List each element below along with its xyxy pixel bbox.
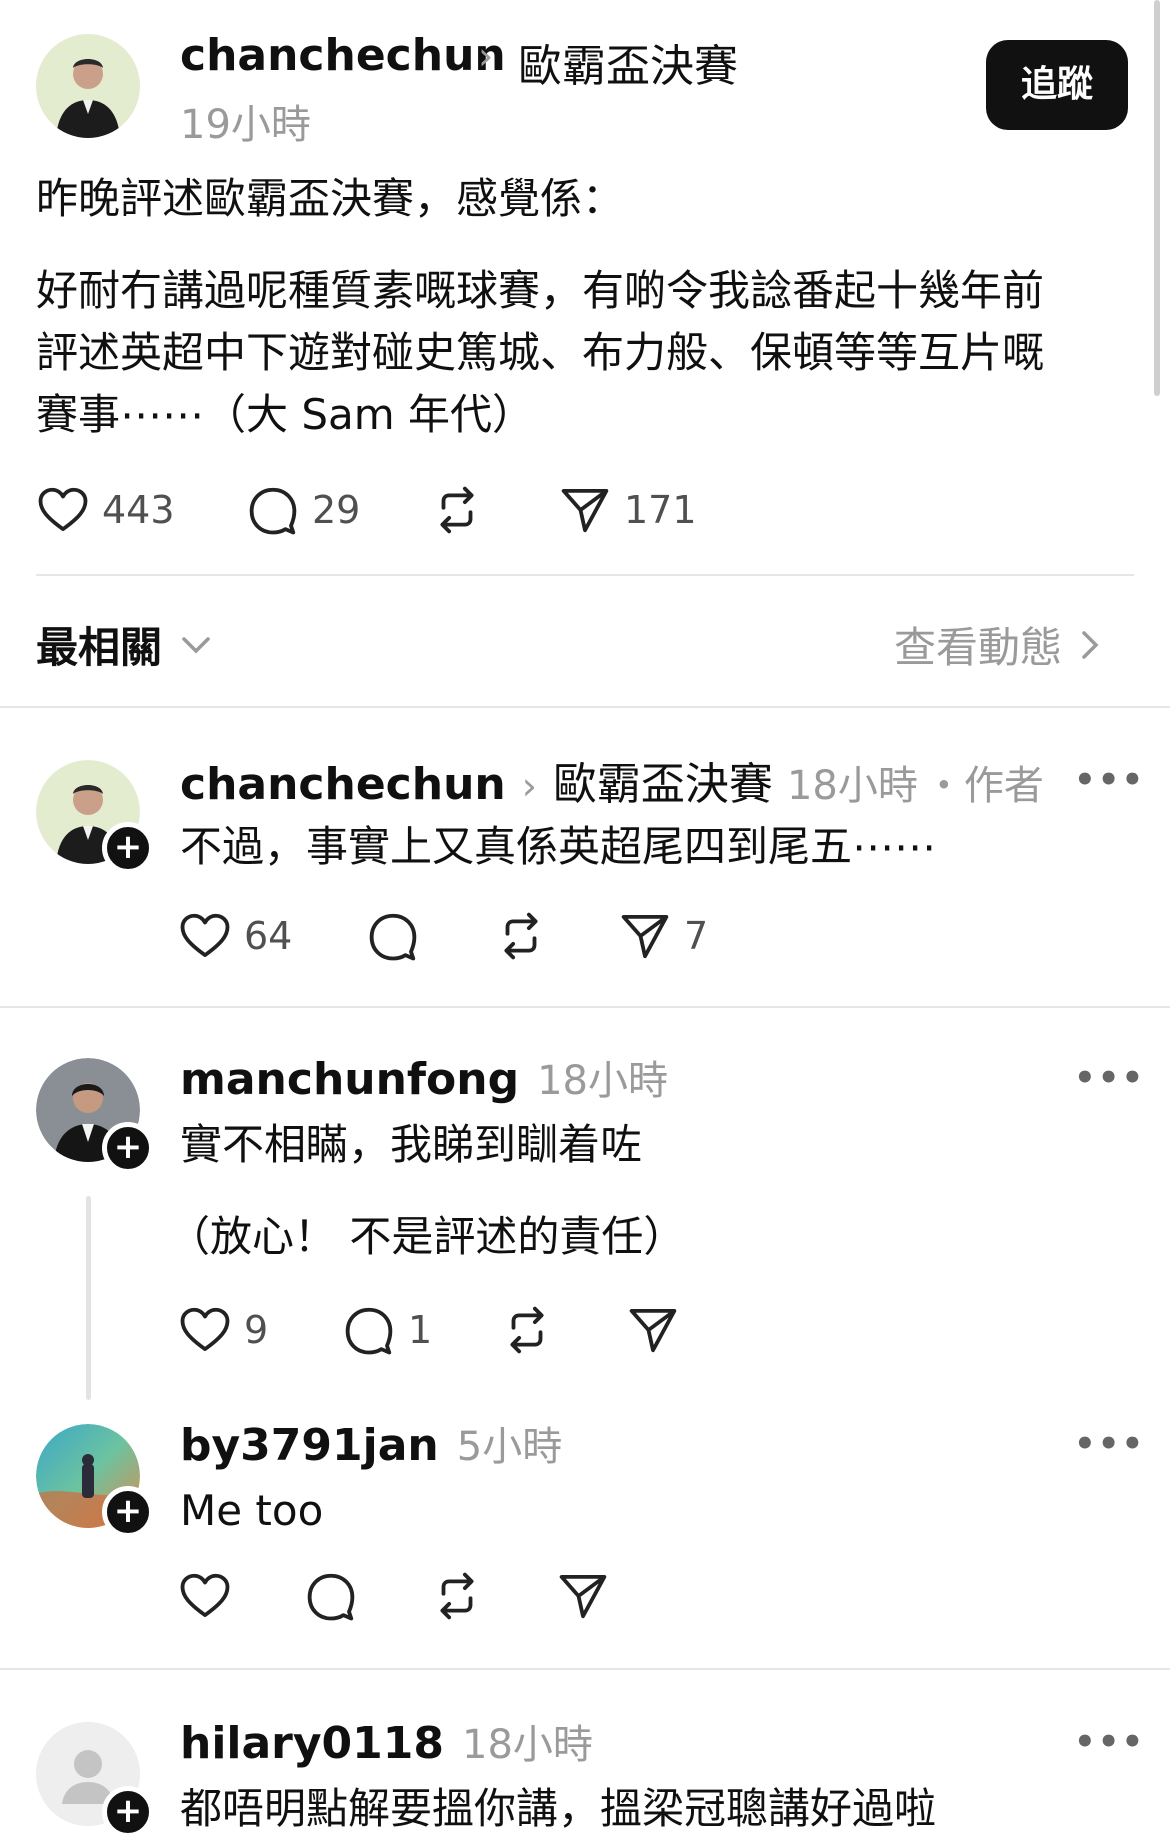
more-icon[interactable]: ••• [1074,760,1145,800]
repost-button[interactable] [430,1569,556,1623]
heart-icon [178,1303,232,1357]
divider [0,1006,1170,1008]
send-icon [626,1303,680,1357]
like-button[interactable]: 9 [178,1303,342,1357]
post-text-line3: 評述英超中下遊對碰史篤城、布力般、保頓等等互片嘅 [36,328,1045,377]
comment-time: 18小時 [537,1058,669,1104]
follow-plus-icon[interactable]: + [102,1122,154,1174]
repost-icon [494,909,548,963]
like-button[interactable]: 64 [178,909,366,963]
chevron-right-icon [1082,630,1099,659]
comment-icon [246,483,300,537]
view-activity-link[interactable]: 查看動態 [894,614,1108,675]
repost-icon [430,1569,484,1623]
sort-dropdown[interactable]: 最相關 [36,614,214,675]
share-button[interactable] [626,1303,680,1357]
sort-label: 最相關 [36,623,163,672]
share-button[interactable] [556,1569,610,1623]
like-button[interactable]: 443 [36,483,246,537]
comment-icon [342,1303,396,1357]
like-count: 64 [244,914,293,958]
view-activity-label: 查看動態 [894,623,1063,672]
author-tag: ・作者 [923,763,1044,809]
reply-button[interactable]: 29 [246,483,430,537]
comment-time: 5小時 [456,1424,563,1470]
comment-actions: 64 7 [178,906,708,966]
repost-icon [500,1303,554,1357]
heart-icon [36,483,90,537]
comment-header: hilary0118 18小時 [180,1712,593,1770]
follow-button-label: 追蹤 [1020,64,1093,105]
comment-text: Me too [180,1486,324,1535]
more-icon[interactable]: ••• [1074,1722,1145,1762]
comment-icon [366,909,420,963]
share-count: 7 [684,914,709,958]
comment-actions: 9 1 [178,1300,680,1360]
reply-button[interactable]: 1 [342,1303,500,1357]
post-text-line1: 昨晚評述歐霸盃決賽，感覺係： [36,174,625,223]
comment-topic[interactable]: 歐霸盃決賽 [553,748,773,812]
comment-username[interactable]: manchunfong [180,1054,519,1105]
share-button[interactable]: 7 [618,909,708,963]
chevron-right-icon: › [478,34,494,78]
heart-icon [178,1569,232,1623]
repost-icon [430,483,484,537]
comment-text-2: （放心！ 不是評述的責任） [168,1212,686,1261]
scrollbar-thumb[interactable] [1154,0,1160,396]
like-count: 9 [244,1308,269,1352]
post-actions: 443 29 171 [36,480,697,540]
post-topic[interactable]: 歐霸盃決賽 [518,30,738,94]
post-username[interactable]: chanchechun [180,30,506,81]
post-text-line2: 好耐冇講過呢種質素嘅球賽，有啲令我諗番起十幾年前 [36,266,1045,315]
send-icon [618,909,672,963]
post-text-line4: 賽事⋯⋯（大 Sam 年代） [36,390,535,439]
comment-icon [304,1569,358,1623]
reply-button[interactable] [304,1569,430,1623]
divider [0,706,1170,708]
comment-header: manchunfong 18小時 [180,1048,668,1106]
share-button[interactable]: 171 [558,483,697,537]
comment-username[interactable]: hilary0118 [180,1718,444,1769]
comment-text: 實不相瞞，我睇到瞓着咗 [180,1120,643,1169]
thread-line [86,1196,91,1400]
reply-count: 1 [408,1308,433,1352]
comment-username[interactable]: chanchechun [180,759,506,810]
post-author-avatar[interactable] [36,34,140,138]
follow-button[interactable]: 追蹤 [986,40,1128,130]
repost-button[interactable] [494,909,618,963]
heart-icon [178,909,232,963]
post-time: 19小時 [180,102,311,148]
reply-button[interactable] [366,909,494,963]
comment-header: by3791jan 5小時 [180,1414,562,1472]
more-icon[interactable]: ••• [1074,1058,1145,1098]
share-count: 171 [624,488,697,532]
chevron-down-icon [182,636,210,653]
comment-text: 不過，事實上又真係英超尾四到尾五⋯⋯ [180,822,937,871]
more-icon[interactable]: ••• [1074,1424,1145,1464]
like-button[interactable] [178,1569,304,1623]
comment-header: chanchechun › 歐霸盃決賽 18小時 ・作者 [180,748,1044,812]
follow-plus-icon[interactable]: + [102,1786,154,1838]
divider [36,574,1134,576]
follow-plus-icon[interactable]: + [102,822,154,874]
comment-time: 18小時 [462,1722,593,1768]
divider [0,1668,1170,1670]
repost-button[interactable] [500,1303,626,1357]
follow-plus-icon[interactable]: + [102,1486,154,1538]
send-icon [556,1569,610,1623]
chevron-right-icon: › [521,764,537,808]
reply-count: 29 [312,488,361,532]
comment-text: 都唔明點解要搵你講，搵梁冠聰講好過啦 [180,1784,937,1833]
comment-actions [178,1566,610,1626]
comment-time: 18小時 [786,763,918,809]
like-count: 443 [102,488,175,532]
repost-button[interactable] [430,483,558,537]
comment-username[interactable]: by3791jan [180,1420,439,1471]
send-icon [558,483,612,537]
